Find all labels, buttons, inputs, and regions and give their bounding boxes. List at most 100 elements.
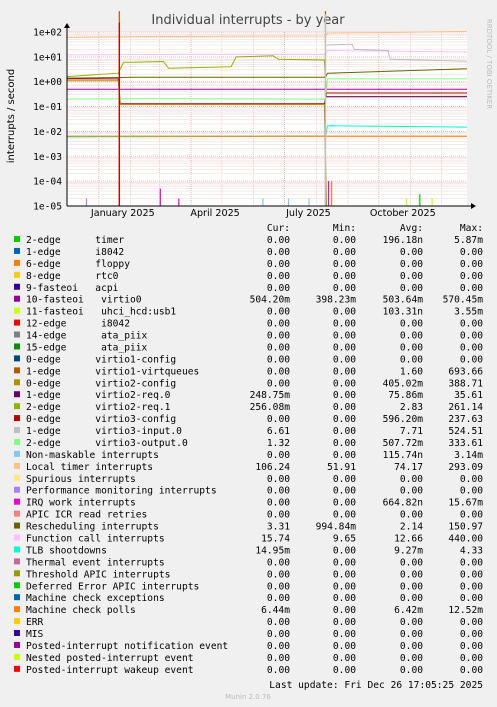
legend-label: Local timer interrupts xyxy=(26,462,153,473)
legend-value: 0.00 xyxy=(333,545,356,556)
legend-value: 0.00 xyxy=(460,247,483,258)
legend-value: 0.00 xyxy=(460,283,483,294)
legend-value: 440.00 xyxy=(448,534,483,545)
legend-value: 0.00 xyxy=(333,414,356,425)
legend-value: 0.00 xyxy=(460,629,483,640)
legend-value: 0.00 xyxy=(400,331,423,342)
legend-value: 0.00 xyxy=(460,486,483,497)
legend-value: 0.00 xyxy=(267,510,290,521)
legend-label: Machine check exceptions xyxy=(26,593,165,604)
legend-value: 14.95m xyxy=(255,545,290,556)
x-axis-ticks: January 2025 April 2025 July 2025 October 2… xyxy=(90,208,436,219)
legend-value: 0.00 xyxy=(460,617,483,628)
legend-value: 0.00 xyxy=(333,665,356,676)
legend-value: 0.00 xyxy=(333,390,356,401)
legend-swatch xyxy=(14,403,20,410)
legend-value: 0.00 xyxy=(460,319,483,330)
legend-value: 0.00 xyxy=(267,307,290,318)
legend-swatch xyxy=(14,295,20,302)
legend-value: 2.14 xyxy=(400,522,423,533)
legend-label: 1-edge virtio1-virtqueues xyxy=(26,366,199,377)
legend-label: APIC ICR read retries xyxy=(26,510,147,521)
legend-swatch xyxy=(14,570,20,577)
legend-label: 6-edge floppy xyxy=(26,259,130,270)
y-tick-label: 1e-01 xyxy=(33,102,62,113)
legend-value: 0.00 xyxy=(333,354,356,365)
legend-value: 248.75m xyxy=(250,390,291,401)
legend-swatch xyxy=(14,355,20,362)
y-tick-label: 1e+01 xyxy=(33,52,62,63)
legend-value: 0.00 xyxy=(400,319,423,330)
legend-value: 0.00 xyxy=(333,474,356,485)
legend-value: 0.00 xyxy=(460,581,483,592)
legend-label: Threshold APIC interrupts xyxy=(26,569,170,580)
legend-value: 0.00 xyxy=(460,510,483,521)
legend-label: 0-edge virtio1-config xyxy=(26,354,176,365)
y-tick-label: 1e-04 xyxy=(33,177,62,188)
legend-header: Min: xyxy=(333,223,356,234)
legend-label: 12-edge i8042 xyxy=(26,319,130,330)
legend-value: 9.65 xyxy=(333,534,356,545)
legend-label: 9-fasteoi acpi xyxy=(26,283,119,294)
legend-swatch xyxy=(14,594,20,601)
legend-value: 0.00 xyxy=(400,486,423,497)
legend-label: Nested posted-interrupt event xyxy=(26,653,194,664)
legend-value: 0.00 xyxy=(267,498,290,509)
legend-value: 1.60 xyxy=(400,366,423,377)
legend-value: 570.45m xyxy=(443,295,484,306)
legend-label: ERR xyxy=(26,617,44,628)
legend-swatch xyxy=(14,665,20,672)
legend-value: 0.00 xyxy=(400,593,423,604)
legend-value: 405.02m xyxy=(383,378,424,389)
legend-value: 664.82n xyxy=(383,498,423,509)
legend-label: Posted-interrupt notification event xyxy=(26,641,228,652)
legend-header: Max: xyxy=(460,223,483,234)
legend-value: 0.00 xyxy=(400,259,423,270)
legend-label: TLB shootdowns xyxy=(26,545,107,556)
legend-value: 0.00 xyxy=(267,474,290,485)
legend-value: 0.00 xyxy=(333,557,356,568)
legend-value: 0.00 xyxy=(267,450,290,461)
legend-value: 103.31n xyxy=(383,307,423,318)
legend-value: 196.18n xyxy=(383,235,423,246)
legend-value: 0.00 xyxy=(400,653,423,664)
legend-value: 524.51 xyxy=(448,426,483,437)
legend-value: 0.00 xyxy=(460,665,483,676)
legend-label: Thermal event interrupts xyxy=(26,557,165,568)
legend-value: 0.00 xyxy=(267,414,290,425)
legend-label: Rescheduling interrupts xyxy=(26,522,159,533)
legend-label: IRQ work interrupts xyxy=(26,498,136,509)
legend-value: 0.00 xyxy=(460,331,483,342)
x-axis-arrow xyxy=(471,203,476,209)
legend-value: 0.00 xyxy=(267,271,290,282)
legend-value: 51.91 xyxy=(327,462,356,473)
legend-value: 0.00 xyxy=(267,366,290,377)
legend-value: 106.24 xyxy=(255,462,290,473)
legend-value: 0.00 xyxy=(400,581,423,592)
legend-value: 15.67m xyxy=(448,498,483,509)
legend-value: 6.42m xyxy=(394,605,423,616)
legend-swatch xyxy=(14,641,20,648)
legend-value: 0.00 xyxy=(460,641,483,652)
legend-label: 8-edge rtc0 xyxy=(26,271,119,282)
legend-value: 0.00 xyxy=(267,283,290,294)
legend-value: 0.00 xyxy=(267,486,290,497)
legend-value: 0.00 xyxy=(400,247,423,258)
legend-value: 12.52m xyxy=(448,605,483,616)
legend-swatch xyxy=(14,462,20,469)
legend-value: 504.20m xyxy=(250,295,291,306)
y-tick-label: 1e-03 xyxy=(33,152,62,163)
legend-value: 0.00 xyxy=(267,593,290,604)
legend-value: 9.27m xyxy=(394,545,423,556)
legend-value: 507.72m xyxy=(383,438,424,449)
legend-value: 0.00 xyxy=(267,259,290,270)
legend-swatch xyxy=(14,283,20,290)
legend-swatch xyxy=(14,379,20,386)
legend-value: 2.83 xyxy=(400,402,423,413)
legend-value: 0.00 xyxy=(333,366,356,377)
legend-value: 0.00 xyxy=(400,617,423,628)
legend-label: 2-edge timer xyxy=(26,235,124,246)
legend-swatch xyxy=(14,474,20,481)
legend-label: 1-edge virtio3-input.0 xyxy=(26,426,182,437)
legend-value: 0.00 xyxy=(460,354,483,365)
